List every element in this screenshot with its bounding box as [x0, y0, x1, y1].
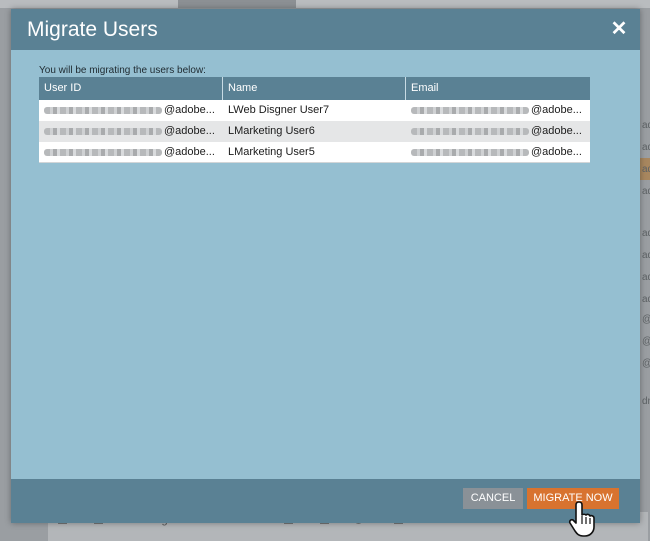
redacted-user-id — [44, 127, 162, 135]
email-domain: @adobe... — [531, 125, 582, 137]
redacted-user-id — [44, 106, 162, 114]
close-icon[interactable]: ✕ — [608, 18, 630, 40]
background-cell: ad — [642, 186, 650, 197]
background-cell: @ — [642, 314, 650, 325]
user-id-domain: @adobe... — [164, 104, 215, 116]
users-table-header: User ID Name Email — [39, 77, 590, 100]
background-cell: ad — [642, 250, 650, 261]
user-id-cell: @adobe... — [39, 100, 223, 121]
background-cell: @ — [642, 358, 650, 369]
column-header-email: Email — [411, 82, 439, 94]
redacted-user-id — [44, 148, 162, 156]
email-cell: @adobe... — [406, 121, 590, 142]
dialog-title: Migrate Users — [27, 18, 158, 41]
table-row: @adobe... LMarketing User6 @adobe... — [39, 121, 590, 142]
redacted-email — [411, 127, 529, 135]
background-cell: ad — [642, 142, 650, 153]
dialog-footer: CANCEL MIGRATE NOW — [11, 479, 640, 523]
background-cell: ad — [642, 164, 650, 175]
email-domain: @adobe... — [531, 104, 582, 116]
user-id-cell: @adobe... — [39, 121, 223, 142]
background-cell: @ — [642, 336, 650, 347]
redacted-email — [411, 148, 529, 156]
name-cell: LMarketing User5 — [228, 146, 315, 158]
dialog-header: Migrate Users ✕ — [11, 9, 640, 50]
name-cell: LMarketing User6 — [228, 125, 315, 137]
user-id-domain: @adobe... — [164, 125, 215, 137]
hand-pointer-icon — [568, 501, 595, 537]
background-top-bar — [0, 0, 650, 8]
email-cell: @adobe... — [406, 100, 590, 121]
email-cell: @adobe... — [406, 142, 590, 163]
column-header-name: Name — [223, 77, 406, 100]
background-cell: dn — [642, 396, 650, 407]
table-row: @adobe... LWeb Disgner User7 @adobe... — [39, 100, 590, 121]
background-tab — [178, 0, 296, 8]
user-id-cell: @adobe... — [39, 142, 223, 163]
background-cell: ad — [642, 120, 650, 131]
column-header-user-id: User ID — [39, 77, 223, 100]
background-cell: ad — [642, 294, 650, 305]
redacted-email — [411, 106, 529, 114]
cancel-button[interactable]: CANCEL — [463, 488, 523, 509]
table-row: @adobe... LMarketing User5 @adobe... — [39, 142, 590, 163]
name-cell: LWeb Disgner User7 — [228, 104, 330, 116]
user-id-domain: @adobe... — [164, 146, 215, 158]
email-domain: @adobe... — [531, 146, 582, 158]
background-table-column: ad ad ad ad ad ad ad ad @ @ @ dn — [640, 100, 650, 430]
background-cell: ad — [642, 228, 650, 239]
migration-intro-text: You will be migrating the users below: — [39, 65, 206, 76]
background-cell: ad — [642, 272, 650, 283]
